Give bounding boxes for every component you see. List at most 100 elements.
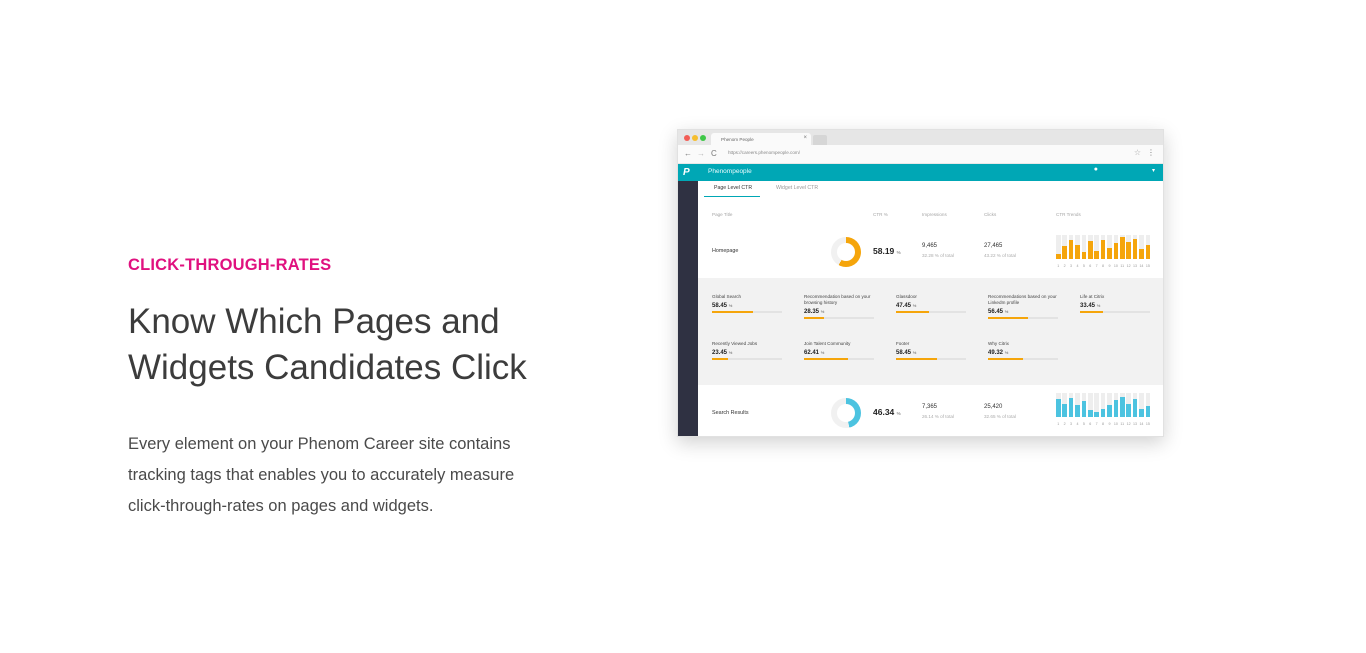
app-header: P Phenompeople ● ▾ (678, 164, 1163, 181)
widget-name: Recommendations based on your LinkedIn p… (988, 294, 1057, 305)
trend-tick-label: 11 (1120, 422, 1125, 426)
trend-tick-label: 2 (1063, 422, 1066, 426)
trend-bar (1088, 241, 1093, 259)
trend-bar (1132, 399, 1138, 417)
trend-tick-label: 8 (1102, 422, 1105, 426)
bookmark-star-icon: ☆ (1133, 148, 1141, 157)
widget-ctr-bar-fill (712, 311, 753, 313)
widget-name: Footer (896, 341, 910, 346)
description-line-2: tracking tags that enables you to accura… (128, 466, 515, 484)
trend-tick-label: 10 (1113, 264, 1118, 268)
section-headline: Know Which Pages and Widgets Candidates … (128, 299, 598, 391)
widget-ctr-value: 58.45 % (712, 303, 733, 309)
clicks-value: 25,420 (984, 404, 1003, 410)
browser-mockup: Phenom People × ← → C https://careers.ph… (677, 129, 1164, 437)
trend-tick-label: 1 (1057, 422, 1060, 426)
widget-name: Why Citrix (988, 341, 1009, 346)
trend-bar (1113, 400, 1119, 417)
widget-ctr-value: 28.35 % (804, 309, 825, 315)
trend-tick-label: 15 (1145, 264, 1150, 268)
widget-ctr-value: 33.45 % (1080, 303, 1101, 309)
window-maximize-dot (700, 135, 706, 141)
widget-ctr-value: 56.45 % (988, 309, 1009, 315)
ctr-trend-chart: 1 2 3 4 5 6 7 8 9 10 11 12 13 14 15 (1056, 234, 1152, 268)
tab-page-level-ctr: Page Level CTR (714, 185, 753, 191)
widget-ctr-bar (988, 358, 1058, 360)
trend-bar (1126, 403, 1131, 417)
trend-tick-label: 12 (1126, 422, 1131, 426)
widget-name: Glassdoor (896, 294, 917, 299)
widget-ctr-value: 62.41 % (804, 350, 825, 356)
ctr-value: 58.19 % (873, 246, 901, 256)
trend-tick-label: 12 (1126, 264, 1131, 268)
trend-tick-label: 11 (1120, 264, 1125, 268)
trend-bar (1094, 250, 1099, 259)
trend-bar (1100, 239, 1106, 259)
widget-ctr-item: Why Citrix 49.32 % (988, 341, 1058, 360)
trend-tick-label: 9 (1108, 422, 1111, 426)
trend-tick-label: 13 (1133, 422, 1138, 426)
section-eyebrow: CLICK-THROUGH-RATES (128, 256, 332, 274)
browser-tab: Phenom People × (711, 133, 811, 145)
widget-ctr-bar-fill (1080, 311, 1104, 313)
ctr-donut-chart (831, 237, 861, 267)
active-tab-underline (704, 196, 760, 197)
col-ctr: CTR % (873, 212, 888, 217)
trend-bar (1100, 408, 1106, 417)
trend-bar (1068, 397, 1074, 417)
trend-bar (1075, 405, 1080, 417)
widget-ctr-bar-fill (804, 358, 848, 360)
account-dropdown-icon: ▾ (1151, 168, 1155, 174)
app-sidebar (678, 181, 698, 436)
trend-bar (1145, 406, 1151, 417)
window-close-dot (684, 135, 690, 141)
trend-bar (1062, 403, 1067, 417)
trend-bar (1075, 244, 1080, 259)
trend-bar (1081, 251, 1087, 259)
trend-tick-label: 1 (1057, 264, 1060, 268)
widget-name: Recommendation based on your browsing hi… (804, 294, 871, 305)
widget-ctr-bar-fill (804, 317, 824, 319)
forward-arrow-icon: → (697, 149, 705, 158)
clicks-value: 27,465 (984, 243, 1003, 249)
widget-ctr-bar (712, 358, 782, 360)
widget-name: Life at Citrix (1080, 294, 1105, 299)
url-text: https://careers.phenompeople.com/ (728, 150, 801, 155)
trend-bar (1088, 409, 1093, 417)
trend-tick-label: 7 (1095, 264, 1098, 268)
impressions-share: 26.14 % of total (922, 414, 954, 419)
tab-widget-level-ctr: Widget Level CTR (776, 185, 819, 191)
page-row-search-results: Search Results 46.34 % 7,365 26.14 % of … (698, 387, 1163, 436)
back-arrow-icon: ← (684, 149, 692, 158)
page-title: Search Results (712, 410, 749, 416)
widget-ctr-item: Global Search 58.45 % (712, 294, 782, 313)
trend-bar (1107, 248, 1112, 259)
address-bar: ← → C https://careers.phenompeople.com/ … (678, 145, 1163, 164)
col-ctr-trends: CTR Trends (1056, 212, 1081, 217)
trend-tick-label: 5 (1082, 422, 1085, 426)
impressions-value: 9,465 (922, 243, 938, 249)
widget-ctr-panel: Global Search 58.45 % Recommendation based… (698, 278, 1163, 385)
ctr-trend-chart: 1 2 3 4 5 6 7 8 9 10 11 12 13 14 15 (1056, 392, 1152, 426)
widget-ctr-value: 47.45 % (896, 303, 917, 309)
trend-bar (1120, 237, 1125, 259)
headline-line-2: Widgets Candidates Click (128, 348, 527, 387)
impressions-share: 32.28 % of total (922, 253, 954, 258)
browser-tab-bar: Phenom People × (678, 130, 1163, 145)
widget-ctr-item: Recommendations based on your LinkedIn p… (988, 294, 1058, 319)
trend-tick-label: 4 (1076, 422, 1079, 426)
trend-tick-label: 14 (1139, 264, 1144, 268)
trend-tick-label: 13 (1133, 264, 1138, 268)
reload-icon: C (711, 149, 717, 158)
browser-menu-icon: ⋮ (1147, 148, 1155, 157)
trend-tick-label: 3 (1070, 422, 1073, 426)
trend-bar (1139, 249, 1144, 259)
trend-tick-label: 2 (1063, 264, 1066, 268)
page-row-homepage: Homepage 58.19 % 9,465 32.28 % of total … (698, 223, 1163, 275)
trend-bar (1139, 408, 1144, 417)
widget-ctr-item: Join Talent Community 62.41 % (804, 341, 874, 360)
app-body: Page Level CTR Widget Level CTR Page Tit… (678, 181, 1163, 436)
trend-bar (1094, 412, 1099, 417)
widget-name: Recently Viewed Jobs (712, 341, 758, 346)
trend-tick-label: 4 (1076, 264, 1079, 268)
